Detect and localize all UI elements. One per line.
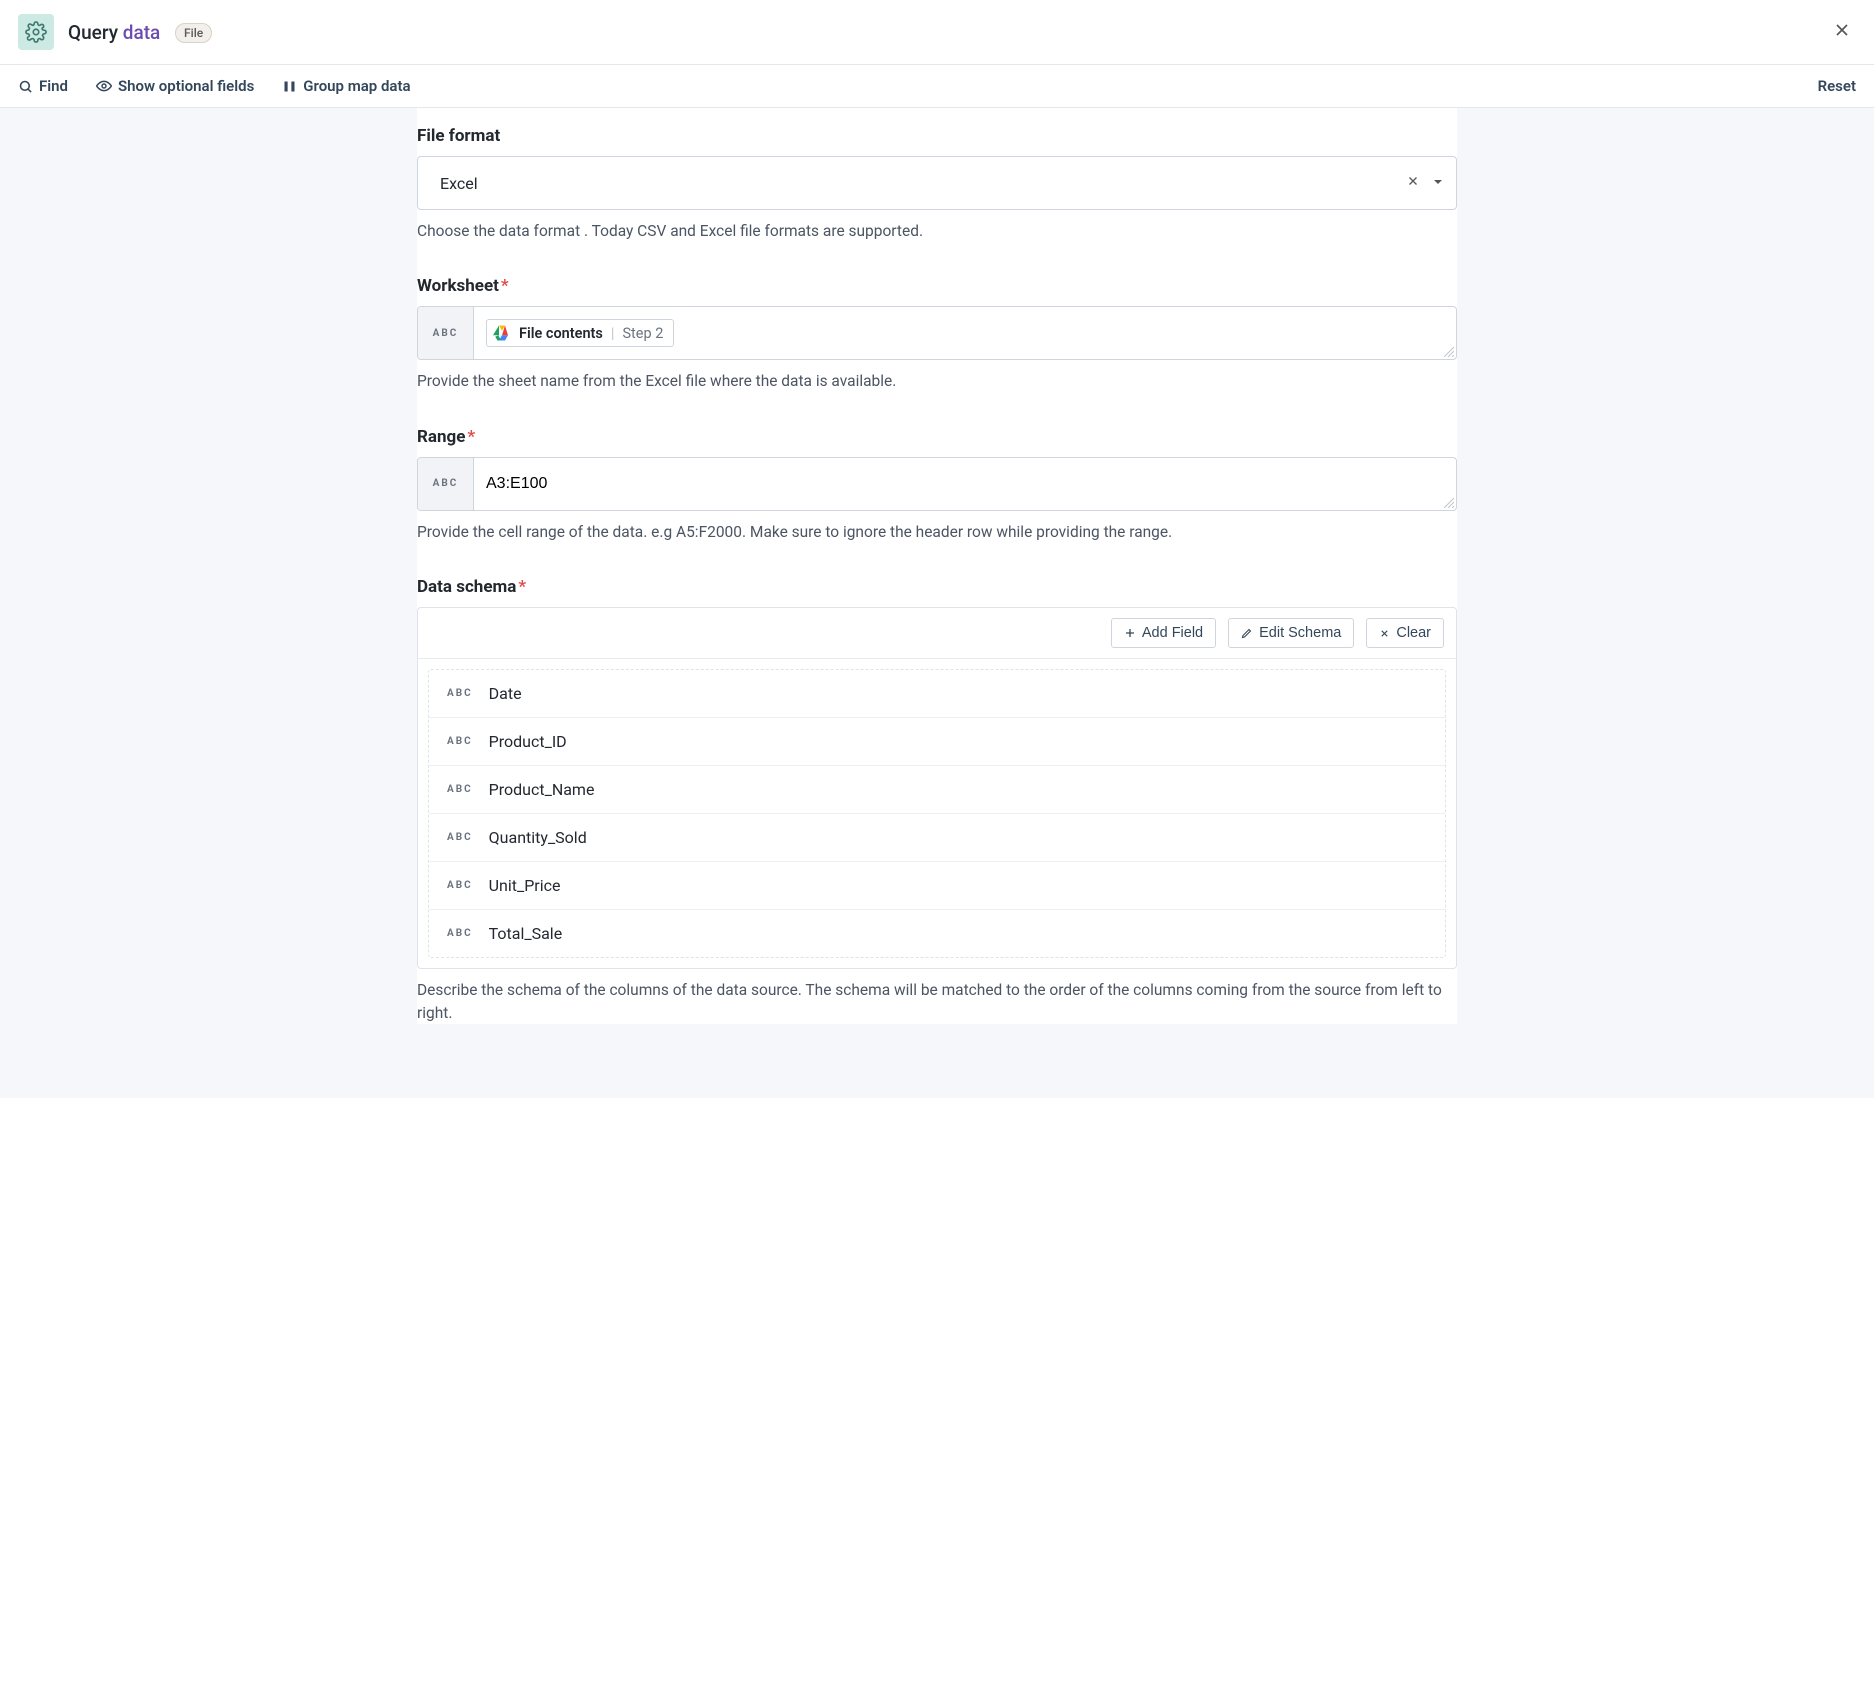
page-title: Query data File <box>68 21 212 44</box>
group-map-data-button[interactable]: Group map data <box>282 77 410 95</box>
schema-row[interactable]: ABC Product_ID <box>429 718 1445 766</box>
range-helper: Provide the cell range of the data. e.g … <box>417 521 1457 543</box>
schema-row[interactable]: ABC Product_Name <box>429 766 1445 814</box>
range-section: Range* ABC Provide the cell range of the… <box>417 427 1457 543</box>
google-drive-icon <box>493 324 511 342</box>
file-format-helper: Choose the data format . Today CSV and E… <box>417 220 1457 242</box>
toolbar: Find Show optional fields Group map data… <box>0 65 1874 108</box>
schema-list: ABC Date ABC Product_ID ABC Product_Name… <box>428 669 1446 958</box>
find-button[interactable]: Find <box>18 77 68 95</box>
worksheet-section: Worksheet* ABC File contents | Step 2 Pr… <box>417 276 1457 392</box>
columns-icon <box>282 79 297 94</box>
pencil-icon <box>1241 627 1253 639</box>
worksheet-input[interactable]: ABC File contents | Step 2 <box>417 306 1457 360</box>
edit-schema-button[interactable]: Edit Schema <box>1228 618 1354 648</box>
abc-type-indicator: ABC <box>447 784 473 795</box>
range-input-row: ABC <box>417 457 1457 511</box>
page-header: Query data File <box>0 0 1874 65</box>
range-input[interactable] <box>486 475 1444 493</box>
schema-container: Add Field Edit Schema Clear ABC Date <box>417 607 1457 969</box>
schema-row[interactable]: ABC Quantity_Sold <box>429 814 1445 862</box>
abc-type-indicator: ABC <box>447 688 473 699</box>
plus-icon <box>1124 627 1136 639</box>
show-optional-fields-button[interactable]: Show optional fields <box>96 77 254 95</box>
schema-row[interactable]: ABC Date <box>429 670 1445 718</box>
header-badge: File <box>175 23 212 43</box>
worksheet-pill[interactable]: File contents | Step 2 <box>486 319 674 347</box>
abc-type-indicator: ABC <box>447 880 473 891</box>
resize-handle-icon <box>1444 347 1454 357</box>
abc-type-indicator: ABC <box>447 736 473 747</box>
schema-toolbar: Add Field Edit Schema Clear <box>418 608 1456 659</box>
eye-icon <box>96 78 112 94</box>
abc-type-indicator: ABC <box>418 458 474 510</box>
clear-icon[interactable] <box>1406 174 1420 192</box>
data-schema-helper: Describe the schema of the columns of th… <box>417 979 1457 1024</box>
x-icon <box>1379 628 1390 639</box>
schema-row[interactable]: ABC Unit_Price <box>429 862 1445 910</box>
app-gear-icon <box>18 14 54 50</box>
search-icon <box>18 79 33 94</box>
abc-type-indicator: ABC <box>418 307 474 359</box>
add-field-button[interactable]: Add Field <box>1111 618 1216 648</box>
file-format-label: File format <box>417 126 1457 146</box>
content-area: File format Excel Choose the data format… <box>0 108 1874 1098</box>
schema-row[interactable]: ABC Total_Sale <box>429 910 1445 957</box>
range-label: Range* <box>417 427 1457 447</box>
abc-type-indicator: ABC <box>447 832 473 843</box>
file-format-section: File format Excel Choose the data format… <box>417 126 1457 242</box>
file-format-select[interactable]: Excel <box>417 156 1457 210</box>
chevron-down-icon[interactable] <box>1432 174 1444 192</box>
resize-handle-icon <box>1444 498 1454 508</box>
worksheet-label: Worksheet* <box>417 276 1457 296</box>
clear-schema-button[interactable]: Clear <box>1366 618 1444 648</box>
abc-type-indicator: ABC <box>447 928 473 939</box>
data-schema-label: Data schema* <box>417 577 1457 597</box>
worksheet-helper: Provide the sheet name from the Excel fi… <box>417 370 1457 392</box>
data-schema-section: Data schema* Add Field Edit Schema Clear <box>417 577 1457 1024</box>
reset-button[interactable]: Reset <box>1818 77 1856 95</box>
close-button[interactable] <box>1828 16 1856 48</box>
